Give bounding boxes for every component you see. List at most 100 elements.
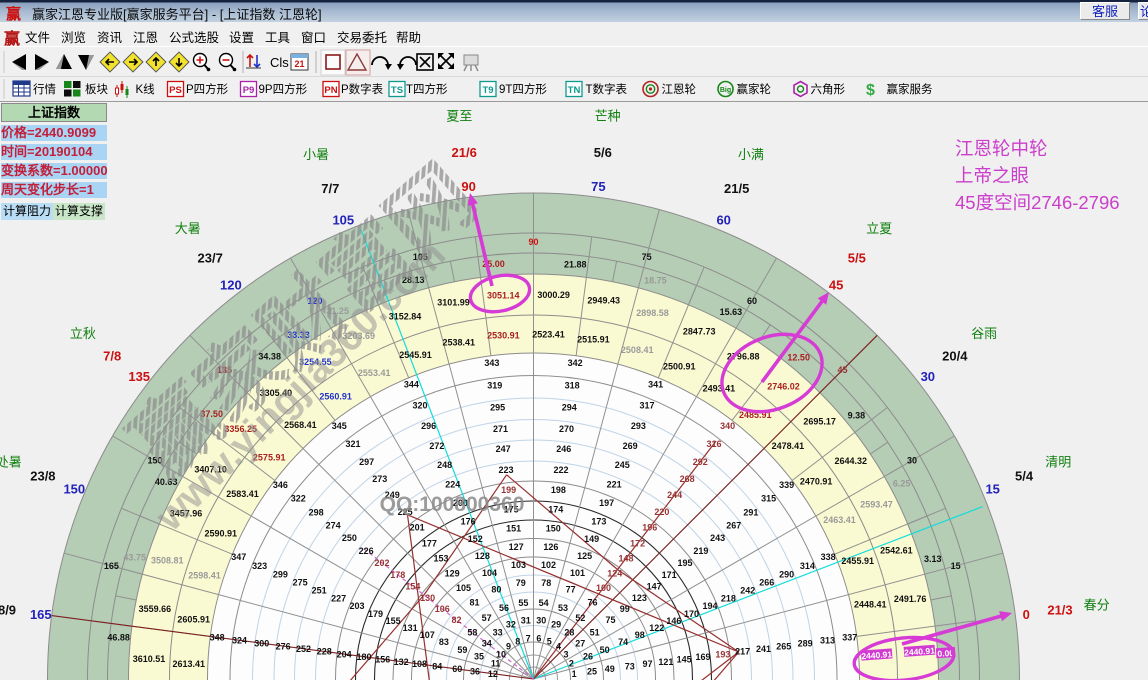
svg-text:103: 103 (511, 560, 526, 570)
svg-text:2463.41: 2463.41 (823, 515, 856, 525)
svg-text:15: 15 (985, 482, 999, 497)
svg-text:247: 247 (496, 444, 511, 454)
svg-text:1: 1 (572, 669, 577, 679)
svg-text:49: 49 (605, 664, 615, 674)
svg-text:120: 120 (220, 277, 242, 292)
svg-text:135: 135 (128, 369, 150, 384)
svg-text:102: 102 (541, 560, 556, 570)
svg-text:130: 130 (420, 593, 435, 603)
svg-text:82: 82 (451, 615, 461, 625)
svg-text:153: 153 (433, 554, 448, 564)
svg-text:2590.91: 2590.91 (205, 528, 238, 538)
svg-text:45: 45 (829, 277, 843, 292)
svg-text:PS: PS (169, 85, 182, 96)
svg-text:T数字表: T数字表 (586, 82, 628, 96)
svg-text:21/6: 21/6 (452, 145, 477, 160)
svg-text:小暑: 小暑 (303, 147, 329, 162)
svg-text:45度空间2746-2796: 45度空间2746-2796 (955, 192, 1120, 213)
svg-text:250: 250 (342, 533, 357, 543)
svg-text:30: 30 (907, 456, 917, 466)
svg-text:2593.47: 2593.47 (860, 500, 893, 510)
svg-text:立秋: 立秋 (70, 326, 96, 341)
svg-text:PN: PN (324, 85, 337, 96)
svg-text:20/4: 20/4 (942, 348, 968, 363)
svg-text:99: 99 (620, 604, 630, 614)
svg-text:251: 251 (312, 586, 327, 596)
svg-text:处暑: 处暑 (0, 454, 22, 469)
svg-text:30: 30 (536, 616, 546, 626)
svg-text:27: 27 (575, 638, 585, 648)
svg-text:立夏: 立夏 (866, 221, 892, 236)
svg-text:9P四方形: 9P四方形 (259, 82, 308, 96)
svg-text:P四方形: P四方形 (186, 82, 229, 96)
svg-text:219: 219 (693, 546, 708, 556)
svg-text:179: 179 (368, 609, 383, 619)
svg-text:6.25: 6.25 (893, 479, 911, 489)
svg-text:252: 252 (296, 644, 311, 654)
svg-text:177: 177 (422, 539, 437, 549)
svg-text:2455.91: 2455.91 (841, 556, 874, 566)
svg-text:297: 297 (359, 457, 374, 467)
svg-text:75: 75 (591, 179, 605, 194)
svg-text:294: 294 (562, 403, 577, 413)
svg-text:T9: T9 (482, 85, 493, 96)
svg-text:34: 34 (482, 638, 492, 648)
svg-text:290: 290 (779, 569, 794, 579)
svg-text:169: 169 (695, 652, 710, 662)
svg-text:TN: TN (568, 85, 581, 96)
svg-text:73: 73 (625, 662, 635, 672)
svg-text:7/8: 7/8 (103, 348, 121, 363)
svg-text:292: 292 (693, 457, 708, 467)
svg-text:3.13: 3.13 (924, 554, 942, 564)
svg-text:76: 76 (587, 597, 597, 607)
svg-text:195: 195 (677, 558, 692, 568)
svg-text:7: 7 (526, 634, 531, 644)
svg-text:2530.91: 2530.91 (487, 331, 520, 341)
svg-text:146: 146 (666, 616, 681, 626)
svg-text:275: 275 (293, 578, 308, 588)
svg-text:314: 314 (800, 561, 815, 571)
svg-text:321: 321 (345, 439, 360, 449)
svg-text:338: 338 (821, 552, 836, 562)
svg-text:36: 36 (470, 667, 480, 677)
svg-text:2605.91: 2605.91 (177, 614, 210, 624)
svg-text:204: 204 (337, 649, 352, 659)
svg-text:128: 128 (475, 551, 490, 561)
svg-text:104: 104 (482, 568, 497, 578)
svg-text:246: 246 (556, 444, 571, 454)
svg-text:90: 90 (528, 237, 538, 247)
svg-text:31: 31 (521, 616, 531, 626)
svg-text:267: 267 (726, 521, 741, 531)
svg-text:55: 55 (518, 598, 528, 608)
svg-text:74: 74 (618, 637, 628, 647)
svg-text:2847.73: 2847.73 (683, 327, 716, 337)
svg-text:155: 155 (386, 616, 401, 626)
svg-text:15.63: 15.63 (720, 307, 743, 317)
svg-text:TS: TS (391, 85, 403, 96)
svg-text:266: 266 (759, 578, 774, 588)
svg-text:170: 170 (684, 609, 699, 619)
svg-text:谷雨: 谷雨 (971, 326, 997, 341)
svg-text:43.75: 43.75 (123, 552, 146, 562)
svg-text:K线: K线 (136, 82, 156, 96)
svg-text:75: 75 (605, 615, 615, 625)
svg-text:上帝之眼: 上帝之眼 (955, 165, 1029, 186)
svg-text:9T四方形: 9T四方形 (499, 82, 547, 96)
svg-text:154: 154 (405, 582, 420, 592)
svg-text:201: 201 (410, 523, 425, 533)
svg-text:23/7: 23/7 (198, 250, 223, 265)
svg-text:2500.91: 2500.91 (663, 362, 696, 372)
svg-text:52: 52 (575, 613, 585, 623)
svg-text:194: 194 (702, 601, 717, 611)
svg-text:98: 98 (635, 630, 645, 640)
svg-text:345: 345 (332, 421, 347, 431)
svg-text:58: 58 (467, 627, 477, 637)
svg-text:174: 174 (548, 505, 563, 515)
svg-text:276: 276 (276, 641, 291, 651)
svg-text:2: 2 (569, 659, 574, 669)
svg-text:3610.51: 3610.51 (133, 654, 166, 664)
svg-text:2508.41: 2508.41 (621, 345, 654, 355)
svg-text:$: $ (866, 82, 875, 99)
svg-text:3508.81: 3508.81 (151, 555, 184, 565)
svg-text:2644.32: 2644.32 (835, 456, 868, 466)
